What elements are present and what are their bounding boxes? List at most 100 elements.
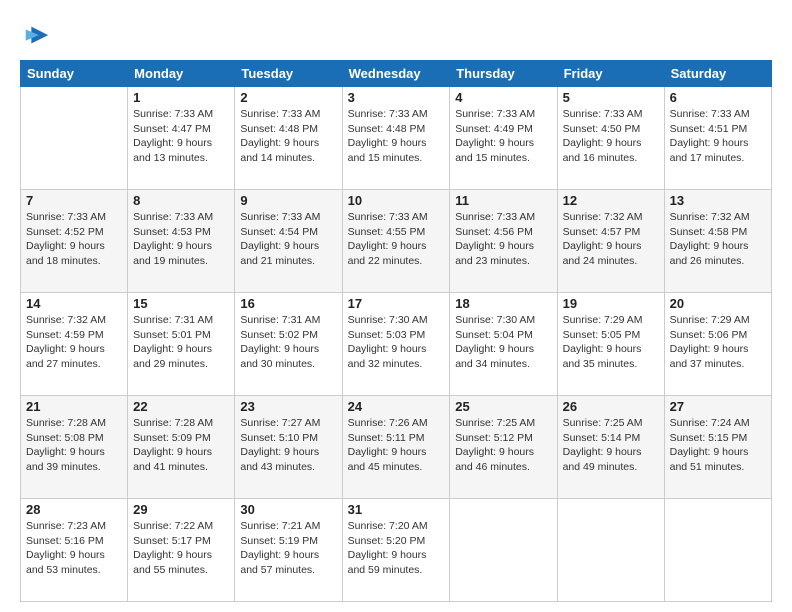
day-number: 24	[348, 399, 445, 414]
calendar-cell: 13 Sunrise: 7:32 AM Sunset: 4:58 PM Dayli…	[664, 190, 771, 293]
calendar-cell: 29Sunrise: 7:22 AM Sunset: 5:17 PM Dayli…	[128, 499, 235, 602]
calendar-cell: 16 Sunrise: 7:31 AM Sunset: 5:02 PM Dayli…	[235, 293, 342, 396]
day-detail: Sunrise: 7:29 AM Sunset: 5:06 PM Dayligh…	[670, 313, 766, 372]
logo-icon	[22, 22, 50, 50]
day-number: 12	[563, 193, 659, 208]
day-detail: Sunrise: 7:33 AM Sunset: 4:53 PM Dayligh…	[133, 210, 229, 269]
day-detail: Sunrise: 7:33 AM Sunset: 4:47 PM Dayligh…	[133, 107, 229, 166]
day-detail: Sunrise: 7:21 AM Sunset: 5:19 PM Dayligh…	[240, 519, 336, 578]
day-number: 30	[240, 502, 336, 517]
day-detail: Sunrise: 7:33 AM Sunset: 4:56 PM Dayligh…	[455, 210, 551, 269]
calendar-cell: 22 Sunrise: 7:28 AM Sunset: 5:09 PM Dayli…	[128, 396, 235, 499]
calendar-cell: 17 Sunrise: 7:30 AM Sunset: 5:03 PM Dayli…	[342, 293, 450, 396]
calendar-cell: 1 Sunrise: 7:33 AM Sunset: 4:47 PM Daylig…	[128, 87, 235, 190]
day-detail: Sunrise: 7:23 AM Sunset: 5:16 PM Dayligh…	[26, 519, 122, 578]
day-detail: Sunrise: 7:24 AM Sunset: 5:15 PM Dayligh…	[670, 416, 766, 475]
day-detail: Sunrise: 7:33 AM Sunset: 4:49 PM Dayligh…	[455, 107, 551, 166]
calendar-cell: 28 Sunrise: 7:23 AM Sunset: 5:16 PM Dayli…	[21, 499, 128, 602]
calendar-cell: 14Sunrise: 7:32 AM Sunset: 4:59 PM Dayli…	[21, 293, 128, 396]
day-detail: Sunrise: 7:28 AM Sunset: 5:08 PM Dayligh…	[26, 416, 122, 475]
day-detail: Sunrise: 7:30 AM Sunset: 5:04 PM Dayligh…	[455, 313, 551, 372]
weekday-header-saturday: Saturday	[664, 61, 771, 87]
calendar-cell	[557, 499, 664, 602]
calendar-cell: 18Sunrise: 7:30 AM Sunset: 5:04 PM Dayli…	[450, 293, 557, 396]
day-detail: Sunrise: 7:31 AM Sunset: 5:02 PM Dayligh…	[240, 313, 336, 372]
calendar-cell: 10 Sunrise: 7:33 AM Sunset: 4:55 PM Dayli…	[342, 190, 450, 293]
day-detail: Sunrise: 7:32 AM Sunset: 4:58 PM Dayligh…	[670, 210, 766, 269]
day-detail: Sunrise: 7:32 AM Sunset: 4:59 PM Dayligh…	[26, 313, 122, 372]
day-number: 11	[455, 193, 551, 208]
day-detail: Sunrise: 7:25 AM Sunset: 5:12 PM Dayligh…	[455, 416, 551, 475]
day-number: 13	[670, 193, 766, 208]
day-number: 1	[133, 90, 229, 105]
calendar-cell: 5Sunrise: 7:33 AM Sunset: 4:50 PM Daylig…	[557, 87, 664, 190]
day-detail: Sunrise: 7:32 AM Sunset: 4:57 PM Dayligh…	[563, 210, 659, 269]
calendar-header-row: SundayMondayTuesdayWednesdayThursdayFrid…	[21, 61, 772, 87]
day-detail: Sunrise: 7:28 AM Sunset: 5:09 PM Dayligh…	[133, 416, 229, 475]
day-number: 19	[563, 296, 659, 311]
calendar-cell: 9 Sunrise: 7:33 AM Sunset: 4:54 PM Daylig…	[235, 190, 342, 293]
day-number: 2	[240, 90, 336, 105]
calendar-cell: 31Sunrise: 7:20 AM Sunset: 5:20 PM Dayli…	[342, 499, 450, 602]
calendar-cell: 23 Sunrise: 7:27 AM Sunset: 5:10 PM Dayli…	[235, 396, 342, 499]
day-number: 27	[670, 399, 766, 414]
calendar-cell: 4 Sunrise: 7:33 AM Sunset: 4:49 PM Daylig…	[450, 87, 557, 190]
day-detail: Sunrise: 7:30 AM Sunset: 5:03 PM Dayligh…	[348, 313, 445, 372]
day-number: 10	[348, 193, 445, 208]
calendar-week-row: 7 Sunrise: 7:33 AM Sunset: 4:52 PM Daylig…	[21, 190, 772, 293]
day-number: 7	[26, 193, 122, 208]
day-number: 17	[348, 296, 445, 311]
day-number: 29	[133, 502, 229, 517]
day-detail: Sunrise: 7:26 AM Sunset: 5:11 PM Dayligh…	[348, 416, 445, 475]
weekday-header-wednesday: Wednesday	[342, 61, 450, 87]
calendar-cell: 26Sunrise: 7:25 AM Sunset: 5:14 PM Dayli…	[557, 396, 664, 499]
calendar-cell: 15Sunrise: 7:31 AM Sunset: 5:01 PM Dayli…	[128, 293, 235, 396]
calendar-body: 1 Sunrise: 7:33 AM Sunset: 4:47 PM Daylig…	[21, 87, 772, 602]
day-detail: Sunrise: 7:33 AM Sunset: 4:51 PM Dayligh…	[670, 107, 766, 166]
day-number: 9	[240, 193, 336, 208]
day-number: 23	[240, 399, 336, 414]
calendar-cell: 30 Sunrise: 7:21 AM Sunset: 5:19 PM Dayli…	[235, 499, 342, 602]
calendar-cell	[450, 499, 557, 602]
day-number: 21	[26, 399, 122, 414]
day-number: 28	[26, 502, 122, 517]
day-detail: Sunrise: 7:33 AM Sunset: 4:52 PM Dayligh…	[26, 210, 122, 269]
day-number: 5	[563, 90, 659, 105]
day-number: 25	[455, 399, 551, 414]
calendar-cell: 6 Sunrise: 7:33 AM Sunset: 4:51 PM Daylig…	[664, 87, 771, 190]
calendar-cell: 19 Sunrise: 7:29 AM Sunset: 5:05 PM Dayli…	[557, 293, 664, 396]
weekday-header-friday: Friday	[557, 61, 664, 87]
day-detail: Sunrise: 7:29 AM Sunset: 5:05 PM Dayligh…	[563, 313, 659, 372]
day-number: 3	[348, 90, 445, 105]
day-detail: Sunrise: 7:33 AM Sunset: 4:55 PM Dayligh…	[348, 210, 445, 269]
calendar-cell	[21, 87, 128, 190]
calendar-cell: 2Sunrise: 7:33 AM Sunset: 4:48 PM Daylig…	[235, 87, 342, 190]
day-number: 20	[670, 296, 766, 311]
day-detail: Sunrise: 7:33 AM Sunset: 4:48 PM Dayligh…	[348, 107, 445, 166]
calendar-cell: 8Sunrise: 7:33 AM Sunset: 4:53 PM Daylig…	[128, 190, 235, 293]
day-number: 22	[133, 399, 229, 414]
calendar-table: SundayMondayTuesdayWednesdayThursdayFrid…	[20, 60, 772, 602]
day-number: 6	[670, 90, 766, 105]
calendar-cell: 27 Sunrise: 7:24 AM Sunset: 5:15 PM Dayli…	[664, 396, 771, 499]
day-detail: Sunrise: 7:25 AM Sunset: 5:14 PM Dayligh…	[563, 416, 659, 475]
calendar-cell	[664, 499, 771, 602]
calendar-cell: 25 Sunrise: 7:25 AM Sunset: 5:12 PM Dayli…	[450, 396, 557, 499]
calendar-week-row: 21 Sunrise: 7:28 AM Sunset: 5:08 PM Dayli…	[21, 396, 772, 499]
weekday-header-tuesday: Tuesday	[235, 61, 342, 87]
day-detail: Sunrise: 7:27 AM Sunset: 5:10 PM Dayligh…	[240, 416, 336, 475]
day-number: 31	[348, 502, 445, 517]
day-number: 16	[240, 296, 336, 311]
weekday-header-sunday: Sunday	[21, 61, 128, 87]
calendar-cell: 21 Sunrise: 7:28 AM Sunset: 5:08 PM Dayli…	[21, 396, 128, 499]
calendar-page: SundayMondayTuesdayWednesdayThursdayFrid…	[0, 0, 792, 612]
day-number: 4	[455, 90, 551, 105]
calendar-cell: 3 Sunrise: 7:33 AM Sunset: 4:48 PM Daylig…	[342, 87, 450, 190]
calendar-cell: 24 Sunrise: 7:26 AM Sunset: 5:11 PM Dayli…	[342, 396, 450, 499]
calendar-week-row: 1 Sunrise: 7:33 AM Sunset: 4:47 PM Daylig…	[21, 87, 772, 190]
calendar-cell: 11 Sunrise: 7:33 AM Sunset: 4:56 PM Dayli…	[450, 190, 557, 293]
calendar-cell: 7 Sunrise: 7:33 AM Sunset: 4:52 PM Daylig…	[21, 190, 128, 293]
day-detail: Sunrise: 7:33 AM Sunset: 4:54 PM Dayligh…	[240, 210, 336, 269]
calendar-cell: 12 Sunrise: 7:32 AM Sunset: 4:57 PM Dayli…	[557, 190, 664, 293]
header	[20, 18, 772, 50]
